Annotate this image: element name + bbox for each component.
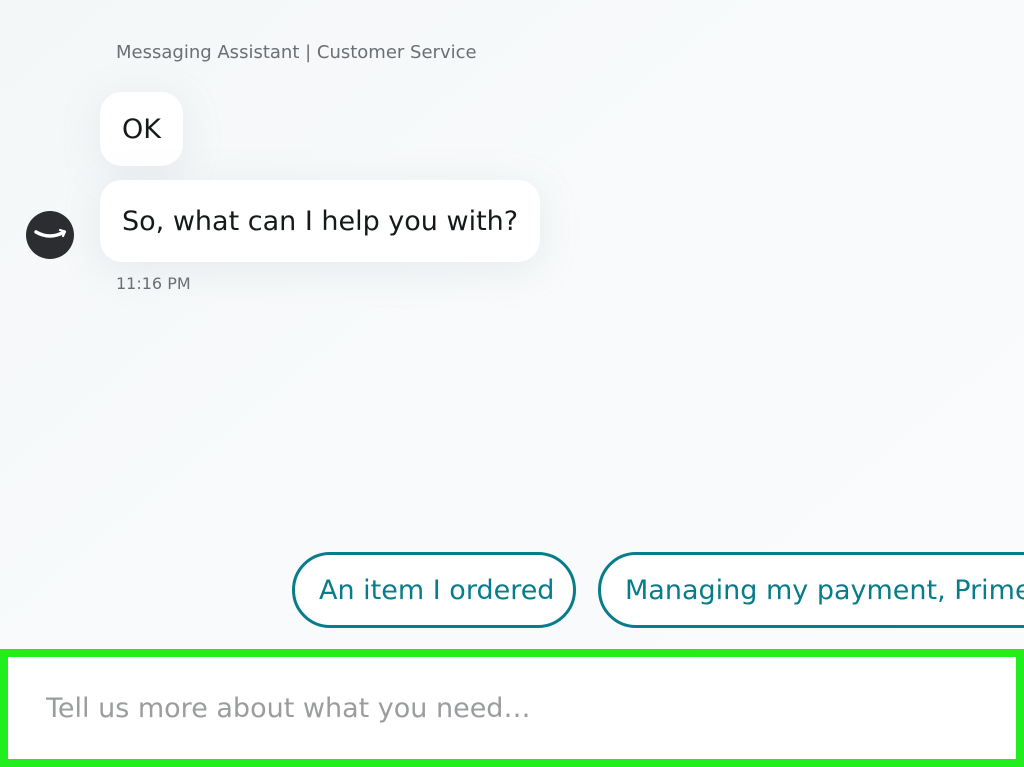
quick-reply-payment-prime-button[interactable]: Managing my payment, Prime, (598, 552, 1024, 628)
amazon-smile-icon (34, 228, 67, 238)
message-input-container (0, 649, 1024, 767)
message-text: OK (122, 113, 161, 145)
message-bubble-question: So, what can I help you with? (100, 180, 541, 262)
message-text: So, what can I help you with? (122, 205, 519, 237)
message-input[interactable] (16, 665, 1008, 751)
message-timestamp: 11:16 PM (116, 274, 191, 293)
message-bubble-ok: OK (100, 92, 183, 166)
quick-reply-label: An item I ordered (319, 574, 555, 606)
chat-header-title: Messaging Assistant | Customer Service (116, 42, 477, 63)
assistant-avatar (26, 211, 74, 259)
quick-reply-label: Managing my payment, Prime, (625, 574, 1024, 606)
quick-reply-item-ordered-button[interactable]: An item I ordered (292, 552, 576, 628)
